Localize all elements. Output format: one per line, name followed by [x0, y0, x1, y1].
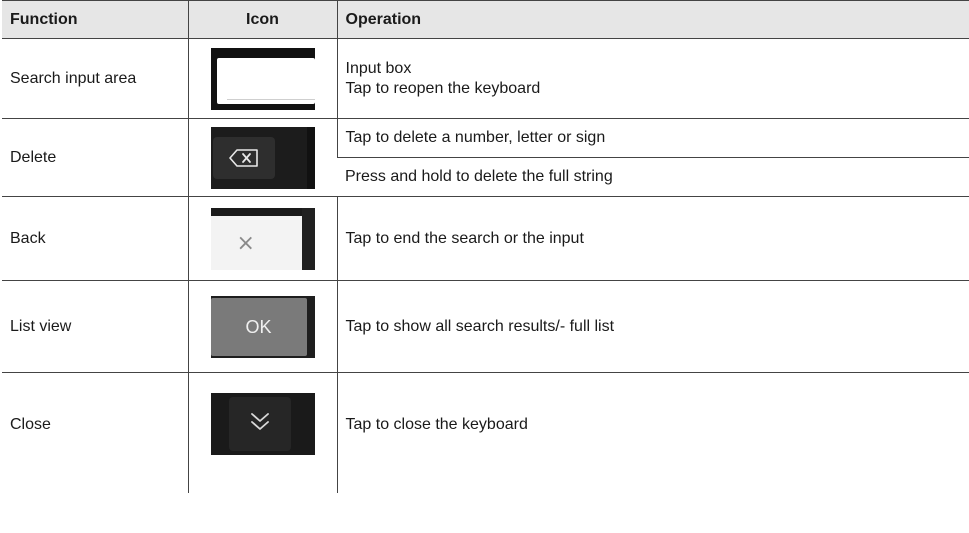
operation-cell: Tap to end the search or the input	[336, 196, 969, 281]
header-row: Function Icon Operation	[2, 0, 969, 39]
icon-cell: OK	[187, 280, 337, 373]
table-row: Close Tap to close the keyboard	[2, 372, 969, 493]
close-x-icon: ×	[210, 207, 315, 270]
table-row: Delete Tap to delete a number, letter or…	[2, 118, 969, 197]
function-cell: List view	[2, 280, 188, 373]
icon-cell	[187, 118, 337, 197]
icon-cell	[187, 38, 337, 119]
ok-button-icon: OK	[210, 295, 315, 358]
ok-label: OK	[210, 297, 307, 356]
header-function: Function	[2, 0, 188, 39]
operation-cell: Press and hold to delete the full string	[337, 157, 969, 197]
function-cell: Delete	[2, 118, 188, 197]
function-cell: Search input area	[2, 38, 188, 119]
operation-text: Input box	[345, 59, 412, 77]
operation-cell: Input box Tap to reopen the keyboard	[336, 38, 969, 119]
table-row: Search input area Input box Tap to reope…	[2, 38, 969, 119]
function-cell: Close	[10, 416, 51, 433]
function-cell: Back	[2, 196, 188, 281]
operation-cell: Tap to show all search results/- full li…	[336, 280, 969, 373]
table-row: List view OK Tap to show all search resu…	[2, 280, 969, 373]
icon-cell	[187, 372, 337, 493]
operation-cell: Tap to close the keyboard	[336, 372, 969, 493]
header-icon: Icon	[187, 0, 337, 39]
operation-text: Tap to reopen the keyboard	[345, 79, 541, 97]
double-chevron-down-icon	[210, 393, 315, 455]
operation-cell: Tap to delete a number, letter or sign	[336, 118, 969, 158]
header-operation: Operation	[336, 0, 969, 39]
table-row: Back × Tap to end the search or the inpu…	[2, 196, 969, 281]
backspace-icon	[210, 126, 315, 189]
icon-cell: ×	[187, 196, 337, 281]
function-icon-table: Function Icon Operation Search input are…	[2, 0, 969, 493]
search-input-area-icon	[210, 47, 315, 110]
